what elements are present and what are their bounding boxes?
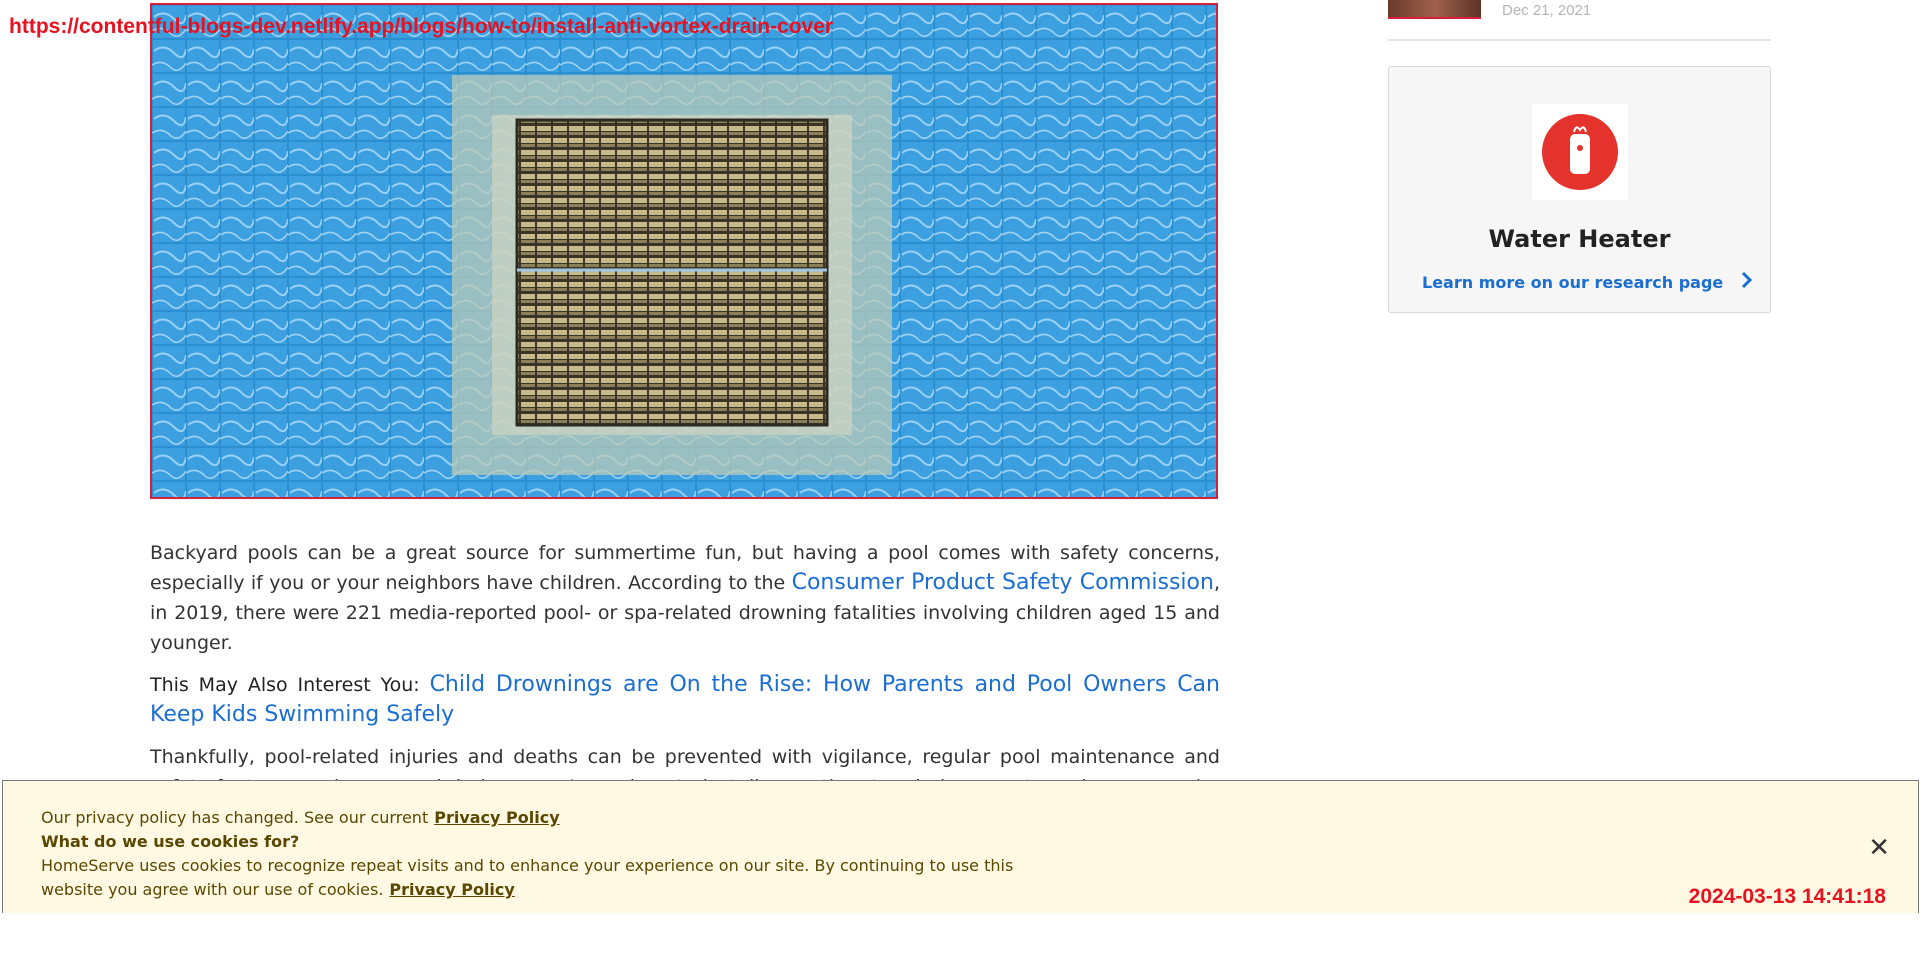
hero-image — [150, 3, 1218, 499]
cookie-policy-text: Our privacy policy has changed. See our … — [41, 808, 429, 827]
sidebar-thumbnail[interactable] — [1388, 0, 1481, 19]
research-link-label: Learn more on our research page — [1422, 272, 1724, 292]
card-title: Water Heater — [1488, 225, 1671, 253]
page-bottom — [0, 913, 1920, 963]
intro-paragraph: Backyard pools can be a great source for… — [150, 538, 1220, 658]
cookie-text: Our privacy policy has changed. See our … — [41, 806, 1041, 902]
url-overlay: https://contentful-blogs-dev.netlify.app… — [9, 15, 834, 38]
related-article: This May Also Interest You: Child Drowni… — [150, 670, 1220, 730]
close-icon[interactable]: ✕ — [1868, 833, 1890, 863]
cookie-body: HomeServe uses cookies to recognize repe… — [41, 854, 1041, 902]
timestamp-overlay: 2024-03-13 14:41:18 — [1688, 885, 1886, 908]
water-heater-icon — [1532, 104, 1628, 200]
cookie-body-text: HomeServe uses cookies to recognize repe… — [41, 856, 1014, 899]
sidebar-divider — [1388, 39, 1771, 41]
privacy-policy-link-2[interactable]: Privacy Policy — [389, 880, 514, 899]
privacy-policy-link[interactable]: Privacy Policy — [434, 808, 559, 827]
pool-drain-illustration — [152, 5, 1216, 497]
cookie-policy-line: Our privacy policy has changed. See our … — [41, 806, 1041, 830]
chevron-right-icon — [1741, 271, 1753, 293]
cpsc-link[interactable]: Consumer Product Safety Commission — [792, 570, 1214, 595]
research-card: Water Heater Learn more on our research … — [1388, 66, 1771, 313]
related-label: This May Also Interest You: — [150, 674, 430, 696]
research-page-link[interactable]: Learn more on our research page — [1422, 271, 1753, 293]
cookie-question: What do we use cookies for? — [41, 832, 300, 851]
sidebar-date: Dec 21, 2021 — [1502, 2, 1592, 19]
